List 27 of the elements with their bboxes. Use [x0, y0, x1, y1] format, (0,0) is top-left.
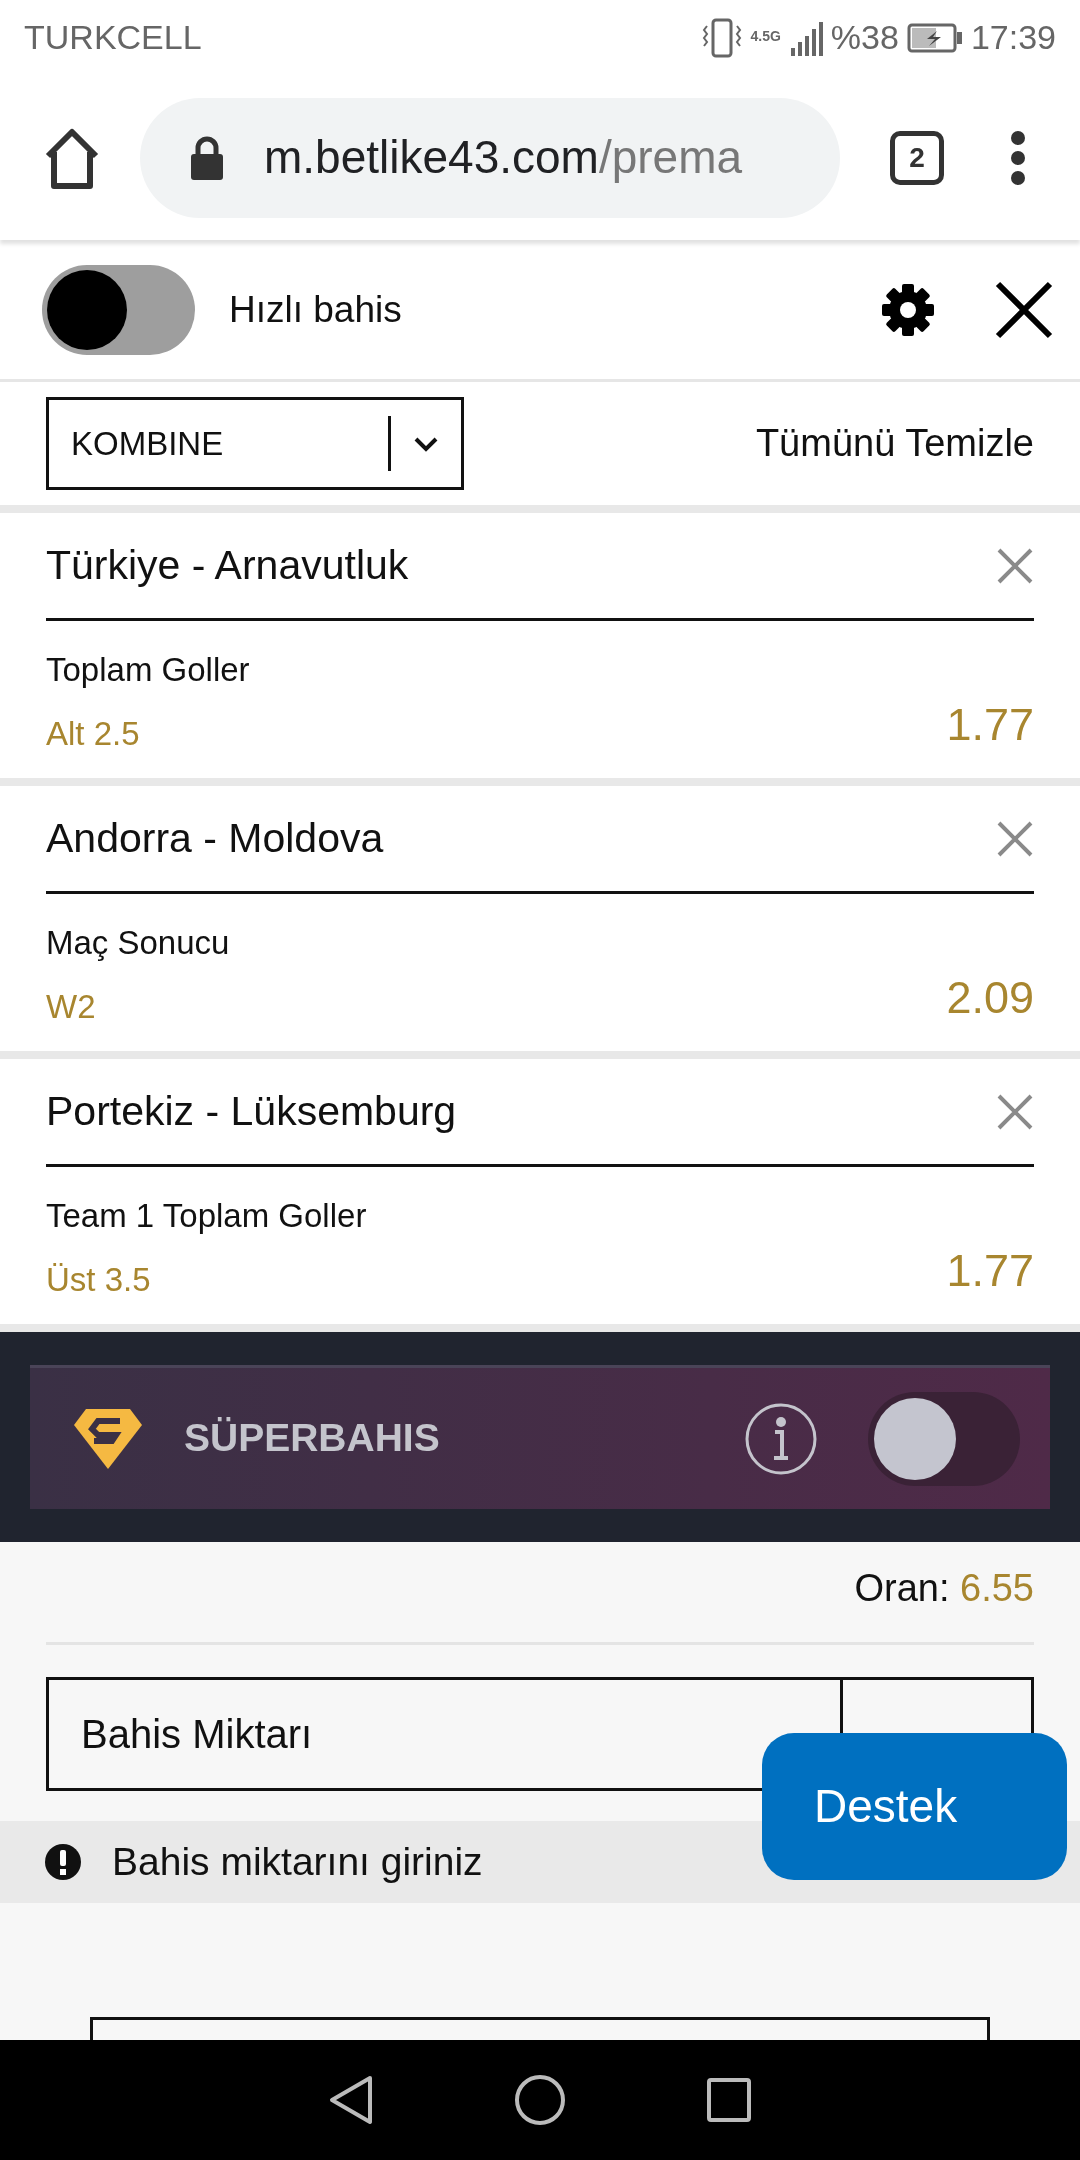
total-odds: Oran: 6.55: [854, 1566, 1034, 1611]
odds-value: 2.09: [946, 970, 1034, 1025]
market-name: Toplam Goller: [46, 650, 251, 690]
support-button[interactable]: Destek: [762, 1733, 1067, 1880]
match-title: Türkiye - Arnavutluk: [46, 540, 409, 590]
selection-name: W2: [46, 986, 96, 1027]
clock: 17:39: [970, 17, 1056, 58]
quick-bet-label: Hızlı bahis: [229, 287, 402, 332]
tab-count-button[interactable]: 2: [890, 130, 944, 185]
stake-input[interactable]: Bahis Miktarı: [46, 1677, 840, 1791]
selection-name: Üst 3.5: [46, 1259, 151, 1300]
clear-all-link[interactable]: Tümünü Temizle: [755, 415, 1034, 472]
selection-name: Alt 2.5: [46, 713, 140, 754]
network-type: 4.5G: [750, 27, 781, 46]
market-name: Maç Sonucu: [46, 923, 231, 963]
carrier-name: TURKCELL: [24, 17, 202, 58]
warning-text: Bahis miktarını giriniz: [112, 1838, 483, 1885]
url-text[interactable]: m.betlike43.com/prema: [264, 123, 743, 192]
odds-value: 1.77: [946, 1243, 1034, 1298]
battery-percent: %38: [830, 17, 899, 58]
market-name: Team 1 Toplam Goller: [46, 1196, 368, 1236]
bet-type-dropdown[interactable]: KOMBINE: [46, 397, 464, 490]
superbahis-label: SÜPERBAHIS: [184, 1415, 440, 1462]
match-title: Portekiz - Lüksemburg: [46, 1086, 457, 1136]
match-title: Andorra - Moldova: [46, 813, 384, 863]
odds-value: 1.77: [946, 697, 1034, 752]
url-bar[interactable]: m.betlike43.com/prema: [140, 97, 840, 218]
